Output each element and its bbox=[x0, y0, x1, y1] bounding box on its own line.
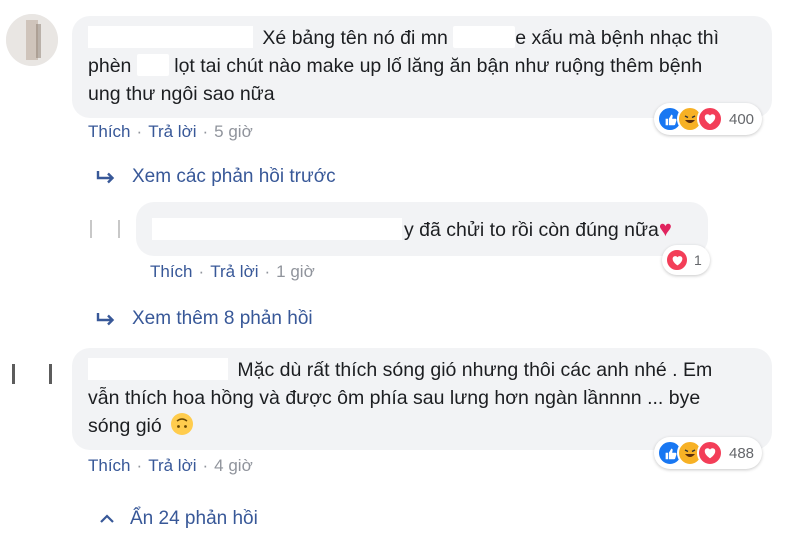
reaction-count: 488 bbox=[729, 444, 755, 462]
reply-arrow-icon bbox=[92, 311, 120, 327]
view-more-replies-link[interactable]: Xem thêm 8 phản hồi bbox=[92, 308, 313, 330]
upside-down-face-emoji-icon bbox=[171, 413, 194, 435]
reply-reaction-summary[interactable]: 1 bbox=[662, 245, 710, 275]
avatar[interactable] bbox=[86, 210, 124, 248]
avatar[interactable] bbox=[6, 14, 58, 66]
comment-actions: Thích · Trả lời · 4 giờ bbox=[88, 456, 253, 475]
comment-thread: Xé bảng tên nó đi mn e xấu mà bệnh nhạc … bbox=[0, 0, 800, 539]
heart-emoji-icon: ♥ bbox=[658, 216, 672, 241]
comment-text: Xé bảng tên nó đi mn e xấu mà bệnh nhạc … bbox=[88, 24, 758, 52]
redacted-text bbox=[136, 54, 169, 76]
reaction-summary[interactable]: 488 bbox=[654, 437, 763, 469]
reaction-summary[interactable]: 400 bbox=[654, 103, 763, 135]
love-icon bbox=[697, 106, 723, 132]
timestamp[interactable]: 4 giờ bbox=[214, 456, 253, 475]
reaction-count: 400 bbox=[729, 110, 755, 128]
reply-actions: Thích · Trả lời · 1 giờ bbox=[150, 262, 315, 281]
reply-link[interactable]: Trả lời bbox=[210, 262, 258, 281]
reply-bubble: y đã chửi to rồi còn đúng nữa♥ bbox=[136, 202, 708, 256]
redacted-name[interactable] bbox=[88, 358, 228, 380]
chevron-up-icon bbox=[98, 514, 116, 524]
reply-link[interactable]: Trả lời bbox=[148, 456, 196, 475]
redacted-name[interactable] bbox=[152, 218, 402, 240]
like-link[interactable]: Thích bbox=[150, 262, 193, 281]
redacted-name[interactable] bbox=[88, 26, 253, 48]
reaction-count: 1 bbox=[694, 252, 702, 268]
reply-arrow-icon bbox=[92, 169, 120, 185]
like-link[interactable]: Thích bbox=[88, 456, 131, 475]
comment-actions: Thích · Trả lời · 5 giờ bbox=[88, 122, 253, 141]
hide-replies-link[interactable]: Ẩn 24 phản hồi bbox=[98, 508, 258, 530]
reply-link[interactable]: Trả lời bbox=[148, 122, 196, 141]
reply-text: y đã chửi to rồi còn đúng nữa bbox=[404, 219, 659, 241]
avatar[interactable] bbox=[0, 350, 58, 408]
view-previous-replies-link[interactable]: Xem các phản hồi trước bbox=[92, 166, 336, 188]
comment-bubble: Mặc dù rất thích sóng gió nhưng thôi các… bbox=[72, 348, 772, 450]
love-icon bbox=[697, 440, 723, 466]
redacted-text bbox=[453, 26, 516, 48]
love-icon bbox=[665, 248, 689, 272]
timestamp[interactable]: 5 giờ bbox=[214, 122, 253, 141]
like-link[interactable]: Thích bbox=[88, 122, 131, 141]
timestamp[interactable]: 1 giờ bbox=[276, 262, 315, 281]
